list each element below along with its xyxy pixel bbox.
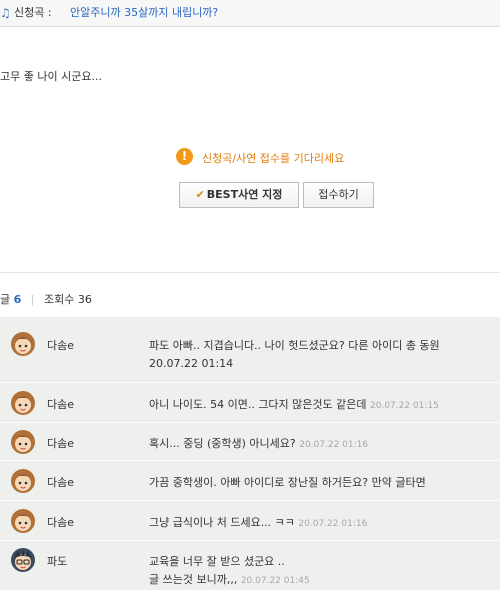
post-stats: 글 6 | 조회수 36: [0, 291, 92, 307]
views-label: 조회수: [44, 293, 75, 306]
comment-content: 아니 나이도. 54 이면.. 그다지 많은것도 같은데 20.07.22 01…: [149, 396, 439, 412]
girl-avatar-icon: [11, 430, 35, 454]
apply-button[interactable]: 접수하기: [303, 182, 374, 208]
comment-row: 다솜e 아니 나이도. 54 이면.. 그다지 많은것도 같은데 20.07.2…: [0, 383, 500, 423]
comment-author[interactable]: 다솜e: [47, 337, 74, 353]
comment-author[interactable]: 파도: [47, 553, 67, 569]
comment-row: 다솜e 파도 아빠.. 지겹습니다.. 나이 헛드셨군요? 다른 아이디 총 동…: [0, 317, 500, 383]
comment-time: 20.07.22 01:15: [370, 401, 439, 411]
comment-row: 다솜e 혹시... 중딩 (중학생) 아니세요? 20.07.22 01:16: [0, 423, 500, 461]
views-count: 36: [77, 293, 92, 306]
best-story-label: BEST사연 지정: [206, 188, 283, 201]
song-request-header: ♫ 신청곡 : 안알주니까 35살까지 내립니까?: [0, 0, 500, 27]
comment-author[interactable]: 다솜e: [47, 396, 74, 412]
comment-text: 혹시... 중딩 (중학생) 아니세요?: [149, 437, 296, 450]
divider: [0, 272, 500, 273]
warning-icon: !: [176, 148, 193, 165]
girl-avatar-icon: [11, 391, 35, 415]
music-note-icon: ♫: [0, 6, 11, 20]
comment-text: 그냥 급식이나 처 드세요... ㅋㅋ: [149, 516, 295, 529]
comment-row: 다솜e 가끔 중학생이. 아빠 아이디로 장난질 하거든요? 만약 글타면: [0, 461, 500, 501]
comment-content: 글 쓰는것 보니까,,, 20.07.22 01:45: [149, 571, 310, 587]
comment-row: 파도 교육을 너무 잘 받으 셨군요 .. 글 쓰는것 보니까,,, 20.07…: [0, 541, 500, 590]
stats-separator: |: [30, 293, 35, 306]
comment-text: 가끔 중학생이. 아빠 아이디로 장난질 하거든요? 만약 글타면: [149, 476, 426, 489]
girl-avatar-icon: [11, 332, 35, 356]
comment-row: 다솜e 그냥 급식이나 처 드세요... ㅋㅋ 20.07.22 01:16: [0, 501, 500, 541]
comment-time: 20.07.22 01:16: [299, 440, 369, 450]
comment-list: 다솜e 파도 아빠.. 지겹습니다.. 나이 헛드셨군요? 다른 아이디 총 동…: [0, 317, 500, 590]
check-icon: ✔: [195, 188, 205, 201]
comment-text: 아니 나이도. 54 이면.. 그다지 많은것도 같은데: [149, 398, 367, 411]
boy-avatar-icon: [11, 548, 35, 572]
request-label: 신청곡 :: [14, 6, 52, 19]
comment-author[interactable]: 다솜e: [47, 474, 74, 490]
comment-time: 20.07.22 01:16: [298, 519, 368, 529]
comment-text-line2: 글 쓰는것 보니까,,,: [149, 573, 238, 586]
best-story-button[interactable]: ✔ BEST사연 지정: [179, 182, 299, 208]
notice-message: 신청곡/사연 접수를 기다리세요: [202, 152, 345, 165]
comment-time: 20.07.22 01:14: [149, 357, 234, 370]
comment-text: 교육을 너무 잘 받으 셨군요 ..: [149, 555, 285, 568]
comment-author[interactable]: 다솜e: [47, 514, 74, 530]
comment-content: 그냥 급식이나 처 드세요... ㅋㅋ 20.07.22 01:16: [149, 514, 367, 530]
comments-count: 6: [13, 293, 22, 306]
post-body: 고무 좋 나이 시군요...: [0, 70, 102, 83]
girl-avatar-icon: [11, 509, 35, 533]
song-title-link[interactable]: 안알주니까 35살까지 내립니까?: [70, 6, 218, 20]
comment-text: 파도 아빠.. 지겹습니다.. 나이 헛드셨군요? 다른 아이디 총 동원: [149, 339, 440, 352]
comments-label: 글: [0, 293, 11, 306]
girl-avatar-icon: [11, 469, 35, 493]
comment-author[interactable]: 다솜e: [47, 435, 74, 451]
comment-time: 20.07.22 01:45: [240, 576, 310, 586]
comment-content: 혹시... 중딩 (중학생) 아니세요? 20.07.22 01:16: [149, 435, 368, 451]
